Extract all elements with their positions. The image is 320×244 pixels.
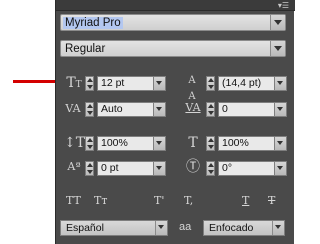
stepper-up-icon[interactable] bbox=[87, 163, 93, 167]
underline-button[interactable]: T bbox=[242, 195, 249, 207]
rotation-field[interactable]: 0° bbox=[218, 161, 287, 176]
stepper-down-icon[interactable] bbox=[208, 145, 214, 149]
antialiasing-icon: aa bbox=[179, 221, 192, 233]
vertical-scale-field[interactable]: 100% bbox=[97, 136, 166, 151]
font-size-icon: TT bbox=[66, 75, 82, 91]
tracking-value: 0 bbox=[222, 103, 228, 115]
horizontal-scale-value: 100% bbox=[222, 137, 249, 149]
vertical-scale-dropdown-button[interactable] bbox=[153, 137, 165, 150]
font-family-dropdown[interactable]: Myriad Pro bbox=[60, 14, 286, 31]
kerning-icon: VA bbox=[65, 102, 81, 115]
superscript-button[interactable]: T' bbox=[154, 195, 164, 207]
leading-stepper[interactable] bbox=[206, 76, 215, 91]
font-style-dropdown[interactable]: Regular bbox=[60, 40, 286, 57]
horizontal-scale-dropdown-button[interactable] bbox=[274, 137, 286, 150]
vertical-scale-value: 100% bbox=[101, 137, 128, 149]
stepper-down-icon[interactable] bbox=[208, 85, 214, 89]
stepper-up-icon[interactable] bbox=[87, 78, 93, 82]
character-rotation-icon: Ⓣ bbox=[186, 159, 200, 175]
chevron-down-icon bbox=[156, 107, 162, 111]
language-value: Español bbox=[66, 222, 104, 234]
horizontal-scale-icon: T bbox=[188, 135, 198, 151]
font-size-field[interactable]: 12 pt bbox=[97, 76, 166, 91]
panel-titlebar: ▾☰ bbox=[56, 0, 295, 11]
stepper-down-icon[interactable] bbox=[87, 111, 93, 115]
stepper-up-icon[interactable] bbox=[208, 78, 214, 82]
chevron-down-icon bbox=[158, 225, 164, 229]
stepper-down-icon[interactable] bbox=[208, 111, 214, 115]
chevron-down-icon bbox=[274, 46, 282, 51]
stepper-up-icon[interactable] bbox=[208, 138, 214, 142]
stepper-down-icon[interactable] bbox=[87, 170, 93, 174]
font-size-value: 12 pt bbox=[101, 77, 125, 89]
font-style-dropdown-button[interactable] bbox=[270, 41, 285, 56]
rotation-value: 0° bbox=[222, 162, 233, 174]
vertical-scale-icon: ↕T bbox=[64, 135, 86, 151]
chevron-down-icon bbox=[274, 20, 282, 25]
chevron-down-icon bbox=[156, 81, 162, 85]
chevron-down-icon bbox=[277, 81, 283, 85]
baseline-shift-field[interactable]: 0 pt bbox=[97, 161, 166, 176]
font-family-value[interactable]: Myriad Pro bbox=[63, 16, 123, 30]
baseline-shift-value: 0 pt bbox=[101, 162, 119, 174]
kerning-value: Auto bbox=[101, 103, 123, 115]
chevron-down-icon bbox=[277, 141, 283, 145]
panel-menu-icon[interactable]: ▾☰ bbox=[278, 1, 289, 10]
antialiasing-dropdown[interactable]: Enfocado bbox=[203, 220, 285, 236]
horizontal-scale-field[interactable]: 100% bbox=[218, 136, 287, 151]
kerning-dropdown-button[interactable] bbox=[153, 103, 165, 116]
kerning-stepper[interactable] bbox=[85, 102, 94, 117]
strikethrough-button[interactable]: T bbox=[268, 195, 275, 207]
antialiasing-dropdown-button[interactable] bbox=[272, 221, 284, 235]
stepper-up-icon[interactable] bbox=[208, 163, 214, 167]
all-caps-button[interactable]: TT bbox=[66, 195, 81, 207]
font-family-dropdown-button[interactable] bbox=[270, 15, 285, 30]
stepper-down-icon[interactable] bbox=[87, 85, 93, 89]
stepper-down-icon[interactable] bbox=[208, 170, 214, 174]
tracking-field[interactable]: 0 bbox=[218, 102, 287, 117]
tracking-stepper[interactable] bbox=[206, 102, 215, 117]
chevron-down-icon bbox=[277, 107, 283, 111]
rotation-dropdown-button[interactable] bbox=[274, 162, 286, 175]
chevron-down-icon bbox=[277, 166, 283, 170]
tracking-icon: VA bbox=[185, 101, 201, 114]
leading-field[interactable]: (14,4 pt) bbox=[218, 76, 287, 91]
baseline-shift-stepper[interactable] bbox=[85, 161, 94, 176]
vertical-scale-stepper[interactable] bbox=[85, 136, 94, 151]
stepper-up-icon[interactable] bbox=[208, 104, 214, 108]
chevron-down-icon bbox=[275, 225, 281, 229]
font-size-dropdown-button[interactable] bbox=[153, 77, 165, 90]
stepper-down-icon[interactable] bbox=[87, 145, 93, 149]
character-panel: ▾☰ Myriad Pro Regular TT 12 pt AA (14,4 … bbox=[55, 0, 295, 244]
baseline-shift-dropdown-button[interactable] bbox=[153, 162, 165, 175]
subscript-button[interactable]: T, bbox=[184, 195, 193, 207]
chevron-down-icon bbox=[156, 141, 162, 145]
kerning-field[interactable]: Auto bbox=[97, 102, 166, 117]
antialiasing-value: Enfocado bbox=[209, 222, 254, 234]
stepper-up-icon[interactable] bbox=[87, 104, 93, 108]
leading-dropdown-button[interactable] bbox=[274, 77, 286, 90]
font-size-stepper[interactable] bbox=[85, 76, 94, 91]
small-caps-button[interactable]: Tт bbox=[94, 195, 107, 207]
stepper-up-icon[interactable] bbox=[87, 138, 93, 142]
font-style-value: Regular bbox=[65, 43, 106, 55]
language-dropdown[interactable]: Español bbox=[60, 220, 168, 236]
rotation-stepper[interactable] bbox=[206, 161, 215, 176]
horizontal-scale-stepper[interactable] bbox=[206, 136, 215, 151]
baseline-shift-icon: Aª bbox=[67, 160, 81, 173]
leading-value: (14,4 pt) bbox=[222, 77, 262, 89]
chevron-down-icon bbox=[156, 166, 162, 170]
tracking-dropdown-button[interactable] bbox=[274, 103, 286, 116]
language-dropdown-button[interactable] bbox=[155, 221, 167, 235]
